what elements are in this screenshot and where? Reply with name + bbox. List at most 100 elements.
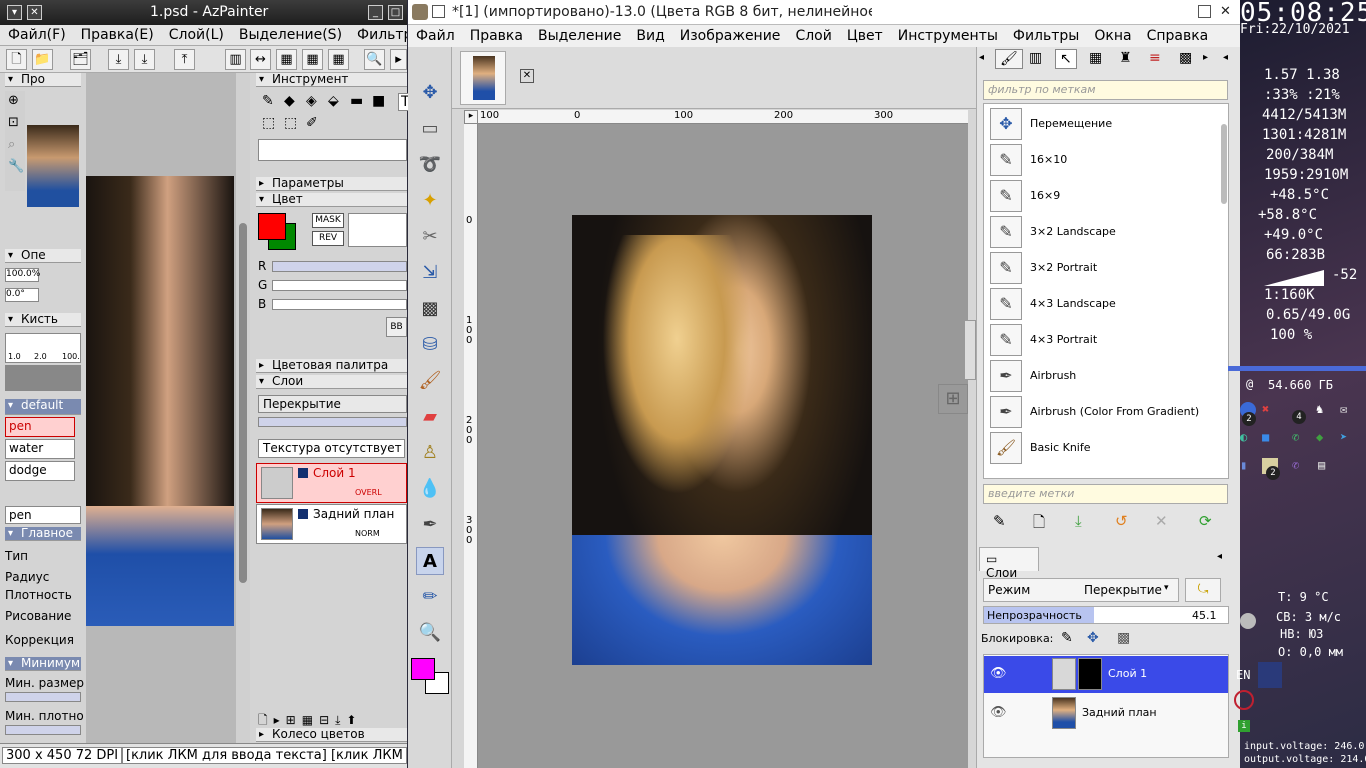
az-vscrollbar[interactable] [236,73,250,743]
az-layer-row[interactable]: Слой 1 OVERL [256,463,407,503]
maximize-button[interactable]: □ [388,5,403,20]
whatsapp-icon[interactable]: ✆ [1292,430,1299,444]
color-panel-header[interactable]: Цвет [256,193,407,207]
save-icon[interactable]: ⤓ [108,49,129,70]
canvas-image[interactable] [572,215,872,665]
brush-size-presets[interactable]: 1.0 2.0 100. [5,333,81,363]
tag-input[interactable]: введите метки [983,484,1228,504]
min-size-slider[interactable] [5,692,81,702]
preview-thumbnail[interactable] [27,125,79,207]
gradients-tab-icon[interactable]: ▥ [1025,49,1046,67]
tray-app-icon-8[interactable]: ▮ [1240,458,1247,472]
wrench-icon[interactable]: 🔧 [8,159,24,174]
fit-view-icon[interactable]: ⊡ [8,115,19,130]
lock-pixels-icon[interactable]: ✎ [1061,630,1073,646]
r-slider[interactable] [272,261,407,272]
menu-filters[interactable]: Фильтры [1005,25,1086,44]
lock-position-icon[interactable]: ✥ [1087,630,1099,646]
layer-mode-select[interactable]: Режим Перекрытие ▾ [983,578,1179,602]
edit-brush-icon[interactable]: ✎ [993,512,1006,530]
list-item[interactable]: ✥ Перемещение [990,106,1222,142]
angle-field[interactable]: 0.0° [5,288,39,302]
palette-panel-header[interactable]: Цветовая палитра [256,359,407,373]
layer-toolbar[interactable]: 🗋▸⊞▦⊟⤓⬆ [258,711,407,727]
brush-list-scroll-thumb[interactable] [1221,124,1227,204]
tray-app-icon-3[interactable]: ♞ [1316,402,1323,416]
blur-icon[interactable]: 💧 [416,475,444,503]
tool-panel-header[interactable]: Инструмент [256,73,407,87]
brush-group-header[interactable]: default [5,399,81,415]
select-tool-icon[interactable]: ⬚ [262,115,275,131]
azpainter-titlebar[interactable]: ▾ ✕ 1.psd - AzPainter _ □ [0,0,407,25]
menu-help[interactable]: Справка [1139,25,1216,44]
text-tool-icon[interactable]: A [416,547,444,575]
blend-mode-select[interactable]: Перекрытие [258,395,407,413]
color-picker-icon[interactable]: ✏ [416,583,444,611]
maximize-button[interactable] [1198,5,1211,18]
fill-tool-icon[interactable]: ◆ [284,93,295,109]
tool-presets-tab-icon[interactable]: ♜ [1115,49,1136,67]
zoom-tool-icon[interactable]: 🔍 [416,619,444,647]
brush-size-2[interactable]: 2.0 [34,352,47,361]
dock-menu-icon[interactable]: ◂ [1223,52,1228,63]
grid2-icon[interactable]: ▦ [302,49,323,70]
menu-file[interactable]: Файл(F) [0,25,73,43]
brush-size-1[interactable]: 1.0 [8,352,21,361]
search-icon[interactable]: ⌕ [8,137,15,152]
open-folder-icon[interactable]: 📁 [32,49,53,70]
menu-image[interactable]: Изображение [672,25,788,44]
perspective-icon[interactable]: ▩ [416,295,444,323]
zoom-icon[interactable]: 🔍 [364,49,385,70]
zoom-in-icon[interactable]: ⊕ [8,93,19,108]
eye-icon[interactable]: 👁 [990,705,1007,720]
layers-panel-header[interactable]: Слои [256,375,407,389]
clone-icon[interactable]: ♙ [416,439,444,467]
brush-item-water[interactable]: water [5,439,75,459]
menu-tools[interactable]: Инструменты [890,25,1005,44]
menu-select[interactable]: Выделение [530,25,628,44]
delete-brush-icon[interactable]: ✕ [1155,512,1168,530]
magic-wand-icon[interactable]: ✦ [416,187,444,215]
min-section-header[interactable]: Минимум [5,657,81,671]
layers-dock-menu-icon[interactable]: ◂ [1217,551,1222,562]
viber-icon[interactable]: ✆ [1292,458,1299,472]
menu-layer[interactable]: Слой [787,25,838,44]
path-icon[interactable]: ✒ [416,511,444,539]
eye-icon[interactable]: 👁 [990,666,1007,681]
fonts-tab-icon[interactable]: ≡ [1145,49,1165,67]
export-icon[interactable]: ⤒ [174,49,195,70]
menu-color[interactable]: Цвет [839,25,890,44]
menu-file[interactable]: Файл [408,25,462,44]
close-tab-icon[interactable]: ✕ [520,69,534,83]
navigate-icon[interactable]: ⊞ [938,384,968,414]
grid-icon[interactable]: ▦ [276,49,297,70]
list-item[interactable]: ✎ 3×2 Landscape [990,214,1222,250]
list-item[interactable]: ✎ 4×3 Landscape [990,286,1222,322]
minimize-button[interactable]: _ [368,5,383,20]
rev-button[interactable]: REV [312,231,344,246]
list-item[interactable]: ✒ Airbrush (Color From Gradient) [990,394,1222,430]
options-panel-header[interactable]: Опе [5,249,81,263]
min-density-slider[interactable] [5,725,81,735]
brushes-tab-icon[interactable]: 🖌 [995,49,1023,69]
recent-folder-icon[interactable]: 🗂 [70,49,91,70]
close-icon[interactable]: ✕ [27,5,42,20]
tray-app-icon-6[interactable]: ■ [1262,430,1269,444]
tag-filter-input[interactable]: фильтр по меткам [983,80,1228,100]
menu-filter[interactable]: Фильтры(I [349,25,407,43]
texture-select[interactable]: Текстура отсутствует [258,439,405,458]
foreground-color-swatch[interactable] [411,658,435,680]
list-item[interactable]: 🖌 Basic Knife [990,430,1222,466]
preview-panel-header[interactable]: Про [5,73,81,87]
new-brush-icon[interactable]: 🗋 [1033,512,1045,537]
menu-layer[interactable]: Слой(L) [161,25,231,43]
canvas-scrollbar[interactable] [964,320,976,380]
eraser-icon[interactable]: ▰ [416,403,444,431]
gimp-titlebar[interactable]: *[1] (импортировано)-13.0 (Цвета RGB 8 б… [408,0,1240,25]
bb-button[interactable]: BB [386,317,407,337]
pointer-tab-icon[interactable]: ↖ [1055,49,1077,69]
import-brush-icon[interactable]: ⤓ [1075,512,1082,530]
list-item[interactable]: ✒ Airbrush [990,358,1222,394]
menu-edit[interactable]: Правка [462,25,530,44]
paintbrush-icon[interactable]: 🖌 [416,367,444,395]
